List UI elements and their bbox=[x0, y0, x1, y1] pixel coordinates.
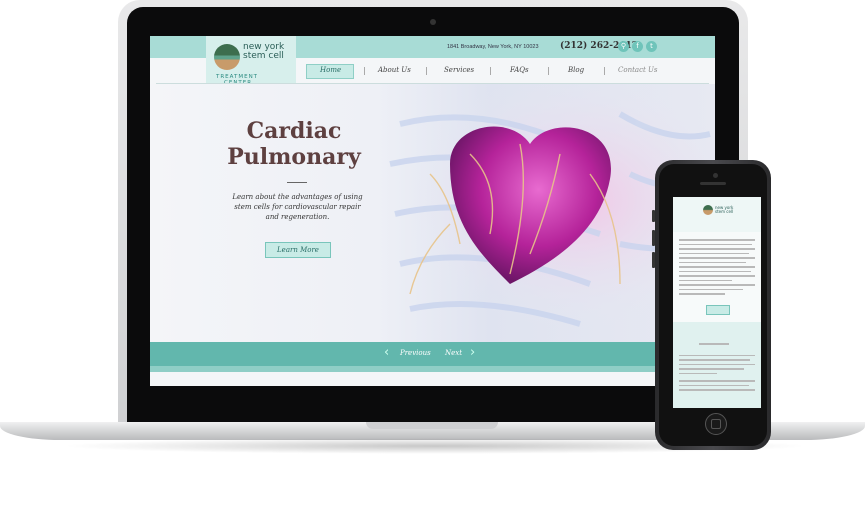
phone-section-text-blurred bbox=[679, 343, 755, 394]
text-line bbox=[679, 363, 755, 365]
text-line bbox=[679, 279, 733, 281]
nav-separator bbox=[426, 67, 427, 75]
nav-contact-us[interactable]: Contact Us bbox=[618, 66, 658, 74]
text-line bbox=[679, 354, 755, 356]
text-line bbox=[679, 270, 752, 272]
location-pin-icon[interactable]: ⚲ bbox=[618, 41, 629, 52]
text-line bbox=[679, 261, 746, 263]
nav-home[interactable]: Home bbox=[320, 66, 341, 74]
laptop-notch bbox=[366, 422, 498, 429]
text-line bbox=[679, 252, 749, 254]
phone-speaker bbox=[700, 182, 726, 185]
hero-title: Cardiac Pulmonary bbox=[210, 118, 378, 170]
text-line bbox=[679, 372, 717, 374]
main-nav: Home About Us Services FAQs Blog Contact… bbox=[298, 62, 708, 80]
phone-logo-line-2: stem cell bbox=[715, 209, 734, 214]
text-line bbox=[679, 293, 725, 295]
nav-about-us[interactable]: About Us bbox=[378, 66, 411, 74]
laptop-camera bbox=[430, 19, 436, 25]
slider-strip bbox=[150, 366, 715, 372]
nav-services[interactable]: Services bbox=[444, 66, 474, 74]
text-line bbox=[679, 359, 751, 361]
chevron-right-icon[interactable]: › bbox=[470, 345, 475, 360]
hero-title-line-2: Pulmonary bbox=[227, 144, 361, 170]
hero-description: Learn about the advantages of using stem… bbox=[232, 193, 363, 221]
nav-separator bbox=[490, 67, 491, 75]
text-line bbox=[679, 239, 755, 241]
text-line bbox=[679, 384, 749, 386]
laptop-screen: new york stem cell TREATMENT CENTER 1841… bbox=[150, 36, 715, 386]
chevron-left-icon[interactable]: ‹ bbox=[384, 345, 389, 360]
learn-more-button[interactable]: Learn More bbox=[265, 242, 331, 258]
text-line bbox=[679, 248, 755, 250]
previous-button[interactable]: Previous bbox=[400, 349, 431, 357]
phone-logo-mark-icon bbox=[703, 205, 713, 215]
nav-blog[interactable]: Blog bbox=[568, 66, 584, 74]
text-line bbox=[679, 257, 755, 259]
text-line bbox=[679, 243, 752, 245]
logo-line-2: stem cell bbox=[243, 51, 284, 61]
nav-separator bbox=[548, 67, 549, 75]
phone-site-header bbox=[673, 197, 761, 232]
hero-title-line-1: Cardiac bbox=[246, 118, 342, 144]
facebook-icon[interactable]: f bbox=[632, 41, 643, 52]
address: 1841 Broadway, New York, NY 10023 bbox=[447, 44, 539, 50]
home-square-icon bbox=[711, 419, 721, 429]
nav-separator bbox=[364, 67, 365, 75]
phone-button[interactable] bbox=[706, 305, 730, 315]
phone-logo-text: new york stem cell bbox=[715, 206, 733, 214]
phone-camera bbox=[713, 173, 718, 178]
text-line bbox=[679, 284, 755, 286]
slider-controls bbox=[150, 342, 715, 366]
text-line bbox=[679, 288, 743, 290]
nav-faqs[interactable]: FAQs bbox=[510, 66, 529, 74]
text-line bbox=[699, 343, 730, 345]
phone-screen: new york stem cell bbox=[673, 197, 761, 408]
logo-mark-icon bbox=[214, 44, 240, 70]
next-button[interactable]: Next bbox=[445, 349, 462, 357]
twitter-icon[interactable]: t bbox=[646, 41, 657, 52]
text-line bbox=[679, 275, 755, 277]
logo-text: new york stem cell bbox=[243, 43, 284, 61]
hero-divider bbox=[287, 182, 307, 183]
text-line bbox=[679, 389, 755, 391]
text-line bbox=[679, 368, 745, 370]
text-line bbox=[679, 380, 755, 382]
phone-body-text-blurred bbox=[679, 239, 755, 298]
nav-separator bbox=[604, 67, 605, 75]
text-line bbox=[679, 266, 755, 268]
